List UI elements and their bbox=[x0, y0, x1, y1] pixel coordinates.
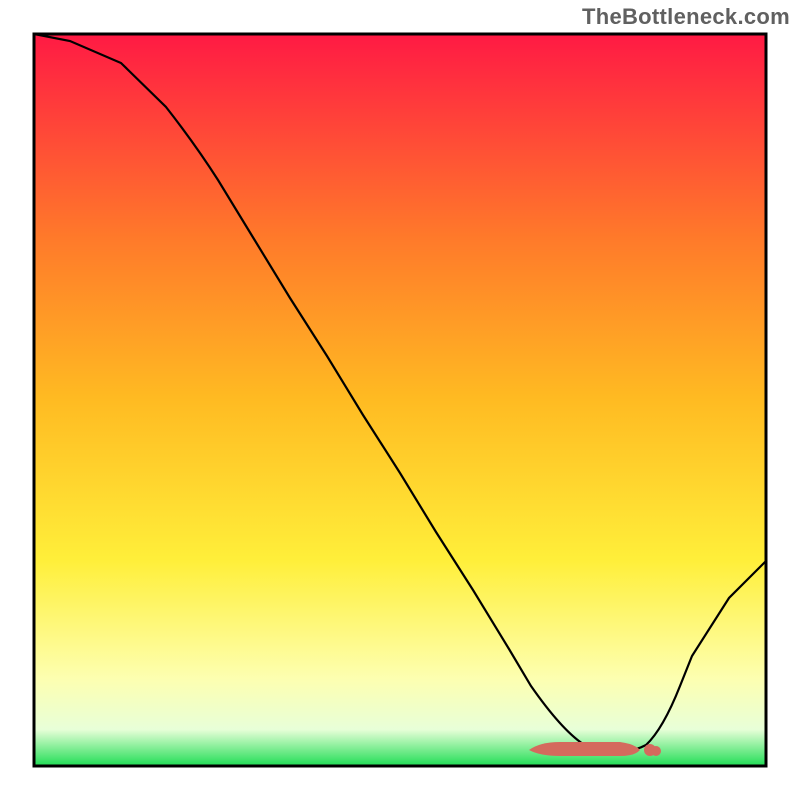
heat-gradient bbox=[34, 34, 766, 766]
bottleneck-chart bbox=[0, 0, 800, 800]
chart-container: { "watermark": "TheBottleneck.com", "col… bbox=[0, 0, 800, 800]
watermark-text: TheBottleneck.com bbox=[582, 4, 790, 30]
